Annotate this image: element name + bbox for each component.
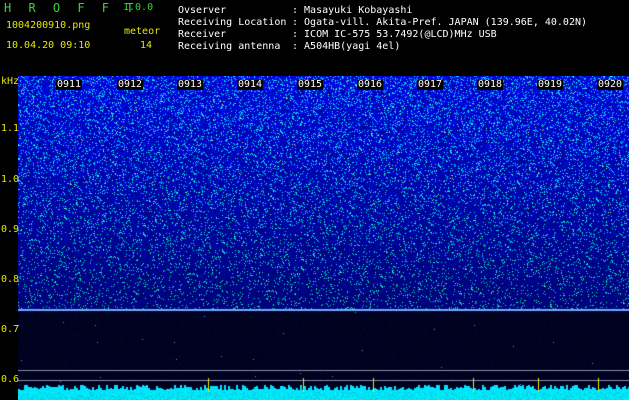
- y-axis-unit: kHz: [1, 76, 20, 87]
- app-logo: H R O F F T: [4, 1, 139, 15]
- time-tick: 0913: [177, 79, 204, 90]
- receiver-value: : ICOM IC-575 53.7492(@LCD)MHz USB: [292, 29, 497, 40]
- location-value: : Ogata-vill. Akita-Pref. JAPAN (139.96E…: [292, 17, 588, 28]
- app-version: 1.0.0: [123, 2, 154, 13]
- y-tick-0.6: 0.6: [1, 374, 20, 385]
- file-datetime: 10.04.20 09:10: [6, 40, 91, 51]
- location-label: Receiving Location: [178, 17, 287, 28]
- receiver-label: Receiver: [178, 29, 227, 40]
- y-tick-0.9: 0.9: [1, 224, 20, 235]
- y-tick-0.8: 0.8: [1, 274, 20, 285]
- time-tick: 0917: [417, 79, 444, 90]
- time-tick: 0914: [237, 79, 264, 90]
- time-tick: 0911: [56, 79, 83, 90]
- time-tick: 0919: [537, 79, 564, 90]
- time-tick: 0912: [117, 79, 144, 90]
- spectrogram: [18, 76, 629, 400]
- y-tick-0.7: 0.7: [1, 324, 20, 335]
- time-tick: 0916: [357, 79, 384, 90]
- meteor-count: 14: [140, 40, 153, 51]
- time-tick: 0920: [597, 79, 624, 90]
- observer-label: Ovserver: [178, 5, 227, 16]
- time-tick: 0918: [477, 79, 504, 90]
- y-tick-1.1: 1.1: [1, 123, 20, 134]
- antenna-value: : A504HB(yagi 4el): [292, 41, 401, 52]
- meteor-label: meteor: [124, 26, 161, 37]
- time-tick: 0915: [297, 79, 324, 90]
- file-name: 1004200910.png: [6, 20, 91, 31]
- antenna-label: Receiving antenna: [178, 41, 281, 52]
- y-tick-1.0: 1.0: [1, 174, 20, 185]
- observer-value: : Masayuki Kobayashi: [292, 5, 413, 16]
